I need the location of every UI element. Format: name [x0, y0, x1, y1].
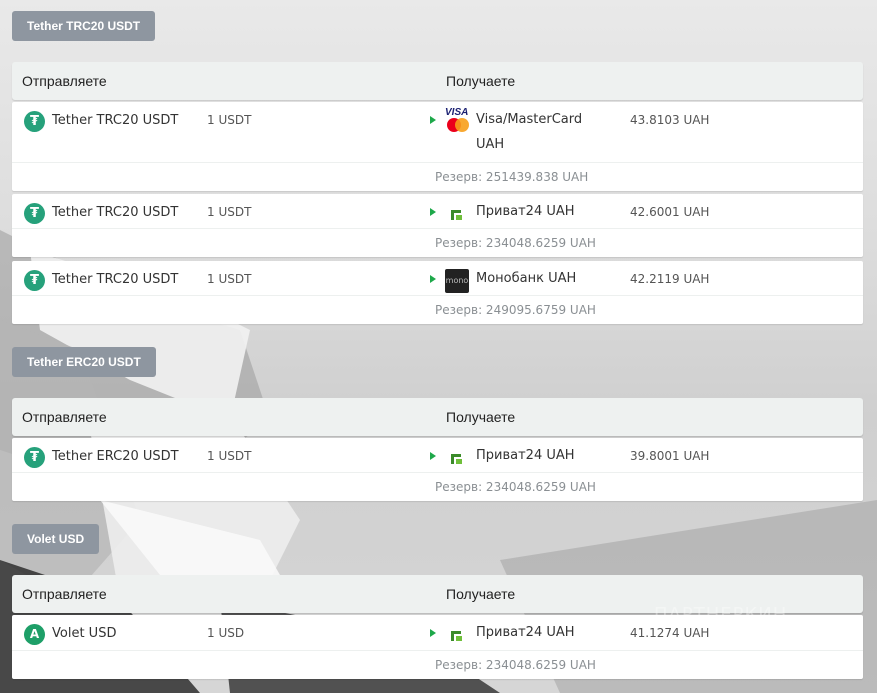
- header-receive-label: Получаете: [446, 586, 516, 602]
- receive-amount: 41.1274 UAH: [630, 626, 710, 640]
- monobank-icon: mono: [445, 269, 469, 293]
- receive-currency-name: Приват24 UAH: [476, 625, 575, 640]
- send-amount: 1 USDT: [207, 272, 252, 286]
- receive-amount: 39.8001 UAH: [630, 449, 710, 463]
- tether-icon: ₮: [24, 203, 45, 224]
- receive-currency-line2: UAH: [476, 137, 505, 152]
- privat24-icon: [445, 623, 469, 647]
- section-tab-volet-usd[interactable]: Volet USD: [12, 524, 100, 554]
- arrow-right-icon: [430, 275, 436, 283]
- exchange-row[interactable]: ₮ Tether TRC20 USDT 1 USDT mono Монобанк…: [12, 261, 863, 324]
- header-send-label: Отправляете: [22, 586, 107, 602]
- header-receive-label: Получаете: [446, 409, 516, 425]
- arrow-right-icon: [430, 116, 436, 124]
- send-currency-name: Tether TRC20 USDT: [52, 272, 179, 287]
- send-currency-name: Tether TRC20 USDT: [52, 205, 179, 220]
- arrow-right-icon: [430, 629, 436, 637]
- send-amount: 1 USDT: [207, 205, 252, 219]
- header-send-label: Отправляете: [22, 409, 107, 425]
- exchange-row[interactable]: ₮ Tether TRC20 USDT 1 USDT Приват24 UAH …: [12, 194, 863, 257]
- reserve-line: Резерв: 234048.6259 UAH: [12, 228, 863, 257]
- header-receive-label: Получаете: [446, 73, 516, 89]
- arrow-right-icon: [430, 452, 436, 460]
- receive-currency-name: Монобанк UAH: [476, 271, 577, 286]
- exchange-row[interactable]: ₮ Tether ERC20 USDT 1 USDT Приват24 UAH …: [12, 438, 863, 501]
- section-tab-tether-erc20[interactable]: Tether ERC20 USDT: [12, 347, 156, 377]
- reserve-line: Резерв: 234048.6259 UAH: [12, 650, 863, 679]
- receive-currency-name: Приват24 UAH: [476, 448, 575, 463]
- receive-currency-name: Приват24 UAH: [476, 204, 575, 219]
- reserve-line: Резерв: 249095.6759 UAH: [12, 295, 863, 324]
- visa-mastercard-icon: VISA: [445, 107, 469, 132]
- visa-label: VISA: [445, 107, 468, 118]
- receive-amount: 43.8103 UAH: [630, 113, 710, 127]
- tether-icon: ₮: [24, 270, 45, 291]
- receive-amount: 42.6001 UAH: [630, 205, 710, 219]
- send-currency-name: Tether TRC20 USDT: [52, 113, 179, 128]
- reserve-text: Резерв: 234048.6259 UAH: [435, 658, 596, 672]
- send-currency-name: Tether ERC20 USDT: [52, 449, 179, 464]
- table-header: Отправляете Получаете: [12, 62, 863, 100]
- privat24-icon: [445, 202, 469, 226]
- table-header: Отправляете Получаете: [12, 398, 863, 436]
- volet-icon: A: [24, 624, 45, 645]
- reserve-text: Резерв: 251439.838 UAH: [435, 170, 589, 184]
- header-send-label: Отправляете: [22, 73, 107, 89]
- watermark: ПАРТНЕРКИН: [654, 604, 788, 625]
- reserve-text: Резерв: 249095.6759 UAH: [435, 303, 596, 317]
- reserve-text: Резерв: 234048.6259 UAH: [435, 236, 596, 250]
- exchange-row[interactable]: ₮ Tether TRC20 USDT 1 USDT VISA Visa/Mas…: [12, 102, 863, 191]
- reserve-text: Резерв: 234048.6259 UAH: [435, 480, 596, 494]
- privat24-icon: [445, 446, 469, 470]
- receive-currency-line1: Visa/MasterCard: [476, 112, 583, 127]
- section-tab-tether-trc20[interactable]: Tether TRC20 USDT: [12, 11, 156, 41]
- tether-icon: ₮: [24, 111, 45, 132]
- send-amount: 1 USDT: [207, 449, 252, 463]
- send-currency-name: Volet USD: [52, 626, 117, 641]
- reserve-line: Резерв: 251439.838 UAH: [12, 162, 863, 191]
- tether-icon: ₮: [24, 447, 45, 468]
- arrow-right-icon: [430, 208, 436, 216]
- reserve-line: Резерв: 234048.6259 UAH: [12, 472, 863, 501]
- send-amount: 1 USDT: [207, 113, 252, 127]
- receive-currency-name: Visa/MasterCard UAH: [476, 107, 582, 157]
- send-amount: 1 USD: [207, 626, 245, 640]
- receive-amount: 42.2119 UAH: [630, 272, 710, 286]
